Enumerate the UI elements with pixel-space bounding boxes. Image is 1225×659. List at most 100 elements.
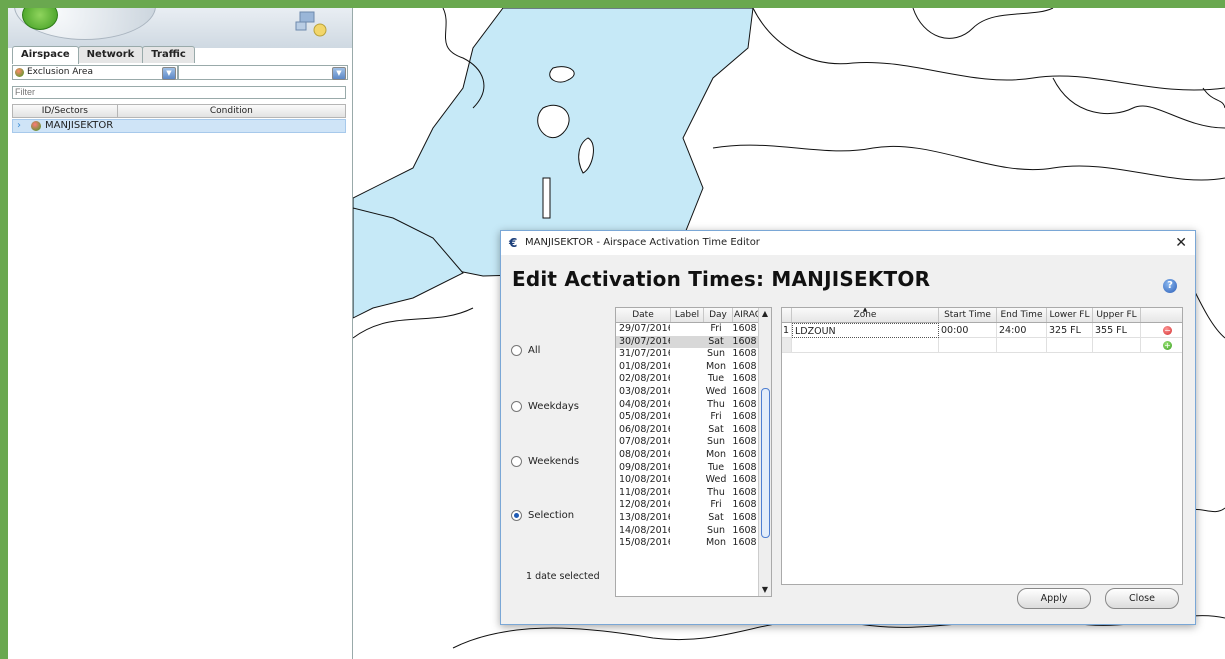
tree-header: ID/Sectors Condition: [12, 104, 346, 118]
column-header-label[interactable]: Label: [671, 308, 704, 322]
table-row[interactable]: 06/08/2016 Sat 1608: [616, 424, 759, 437]
radio-weekends[interactable]: Weekends: [511, 456, 579, 467]
left-tabs: Airspace Network Traffic: [12, 46, 195, 64]
day-cell: Tue: [707, 461, 725, 473]
end-time-cell[interactable]: [997, 338, 1047, 353]
table-row[interactable]: 08/08/2016 Mon 1608: [616, 449, 759, 462]
scroll-down-icon[interactable]: ▼: [760, 585, 770, 595]
airac-cell: 1608: [732, 411, 757, 423]
date-table-scrollbar[interactable]: ▲ ▼: [758, 308, 771, 596]
column-header-start-time[interactable]: Start Time: [939, 308, 997, 322]
table-row[interactable]: 10/08/2016 Wed 1608: [616, 474, 759, 487]
label-cell: [670, 449, 702, 462]
upper-fl-cell[interactable]: [1093, 338, 1141, 353]
day-cell: Fri: [710, 499, 722, 511]
table-row[interactable]: 11/08/2016 Thu 1608: [616, 487, 759, 500]
close-icon[interactable]: ✕: [1175, 231, 1187, 255]
table-row[interactable]: 13/08/2016 Sat 1608: [616, 512, 759, 525]
date-cell: 07/08/2016: [619, 436, 670, 448]
date-table-header: Date Label Day AIRAC: [616, 308, 771, 323]
radio-indicator[interactable]: [511, 510, 522, 521]
radio-label: Selection: [528, 510, 575, 521]
table-row[interactable]: 05/08/2016 Fri 1608: [616, 411, 759, 424]
column-header-upper-fl[interactable]: Upper FL: [1093, 308, 1141, 322]
radio-selection[interactable]: Selection: [511, 510, 574, 521]
start-time-cell[interactable]: [939, 338, 997, 353]
activation-time-editor-dialog: € MANJISEKTOR - Airspace Activation Time…: [500, 230, 1196, 625]
radio-label: All: [528, 345, 541, 356]
label-cell: [670, 474, 702, 487]
column-header-condition[interactable]: Condition: [118, 105, 345, 117]
table-row-new[interactable]: +: [782, 338, 1182, 353]
land-border: [1192, 287, 1225, 339]
day-cell: Sun: [706, 524, 726, 536]
label-cell: [670, 336, 702, 349]
table-row[interactable]: 29/07/2016 Fri 1608: [616, 323, 759, 336]
tab-traffic[interactable]: Traffic: [142, 46, 195, 63]
apply-button[interactable]: Apply: [1017, 588, 1091, 609]
table-row[interactable]: 02/08/2016 Tue 1608: [616, 373, 759, 386]
zone-cell[interactable]: [792, 338, 939, 353]
upper-fl-cell[interactable]: 355 FL: [1093, 323, 1141, 338]
lower-fl-cell[interactable]: 325 FL: [1047, 323, 1093, 338]
date-cell: 04/08/2016: [619, 398, 670, 410]
table-row[interactable]: 14/08/2016 Sun 1608: [616, 525, 759, 538]
scroll-up-icon[interactable]: ▲: [760, 309, 770, 319]
radio-indicator[interactable]: [511, 345, 522, 356]
tab-airspace[interactable]: Airspace: [12, 46, 79, 64]
day-cell: Sat: [708, 511, 724, 523]
zone-cell[interactable]: LDZOUN: [792, 323, 939, 338]
table-row[interactable]: 30/07/2016 Sat 1608: [616, 335, 759, 349]
secondary-select[interactable]: ▼: [178, 65, 348, 80]
table-row[interactable]: 09/08/2016 Tue 1608: [616, 462, 759, 475]
date-cell: 11/08/2016: [619, 486, 670, 498]
table-row[interactable]: 07/08/2016 Sun 1608: [616, 436, 759, 449]
table-row[interactable]: 12/08/2016 Fri 1608: [616, 499, 759, 512]
tab-network[interactable]: Network: [77, 46, 144, 63]
help-icon[interactable]: ?: [1163, 279, 1177, 293]
label-cell: [670, 411, 702, 424]
tree-row[interactable]: › MANJISEKTOR: [12, 119, 346, 133]
table-row[interactable]: 01/08/2016 Mon 1608: [616, 361, 759, 374]
date-cell: 01/08/2016: [619, 360, 670, 372]
airspace-type-select[interactable]: Exclusion Area ▼: [12, 65, 178, 80]
radio-weekdays[interactable]: Weekdays: [511, 401, 579, 412]
dialog-titlebar[interactable]: € MANJISEKTOR - Airspace Activation Time…: [501, 231, 1195, 255]
close-button[interactable]: Close: [1105, 588, 1179, 609]
day-cell: Mon: [705, 537, 727, 549]
table-row[interactable]: 15/08/2016 Mon 1608: [616, 537, 759, 550]
airac-cell: 1608: [732, 461, 757, 473]
date-cell: 30/07/2016: [619, 335, 670, 347]
column-header-zone[interactable]: ▲ Zone: [792, 308, 939, 322]
row-index: 1: [782, 323, 792, 338]
column-header-id-sectors[interactable]: ID/Sectors: [13, 105, 118, 117]
chevron-down-icon[interactable]: ▼: [332, 67, 346, 80]
column-header-index: [782, 308, 792, 322]
start-time-cell[interactable]: 00:00: [939, 323, 997, 338]
airac-cell: 1608: [732, 486, 757, 498]
date-cell: 13/08/2016: [619, 511, 670, 523]
column-header-end-time[interactable]: End Time: [997, 308, 1047, 322]
radio-indicator[interactable]: [511, 401, 522, 412]
day-cell: Mon: [705, 448, 727, 460]
chevron-down-icon[interactable]: ▼: [162, 67, 176, 80]
filter-input[interactable]: [12, 86, 346, 99]
date-cell: 10/08/2016: [619, 474, 670, 486]
scroll-thumb[interactable]: [761, 388, 770, 538]
expand-chevron-icon[interactable]: ›: [17, 120, 21, 132]
lower-fl-cell[interactable]: [1047, 338, 1093, 353]
column-header-day[interactable]: Day: [704, 308, 733, 322]
day-cell: Sat: [708, 335, 724, 347]
add-row-icon[interactable]: +: [1163, 341, 1172, 350]
radio-indicator[interactable]: [511, 456, 522, 467]
column-header-date[interactable]: Date: [616, 308, 671, 322]
remove-row-icon[interactable]: −: [1163, 326, 1172, 335]
table-row[interactable]: 31/07/2016 Sun 1608: [616, 348, 759, 361]
end-time-cell[interactable]: 24:00: [997, 323, 1047, 338]
table-row[interactable]: 1 LDZOUN 00:00 24:00 325 FL 355 FL −: [782, 323, 1182, 338]
column-header-lower-fl[interactable]: Lower FL: [1047, 308, 1093, 322]
table-row[interactable]: 03/08/2016 Wed 1608: [616, 386, 759, 399]
table-row[interactable]: 04/08/2016 Thu 1608: [616, 399, 759, 412]
radio-all[interactable]: All: [511, 345, 540, 356]
day-cell: Tue: [707, 373, 725, 385]
